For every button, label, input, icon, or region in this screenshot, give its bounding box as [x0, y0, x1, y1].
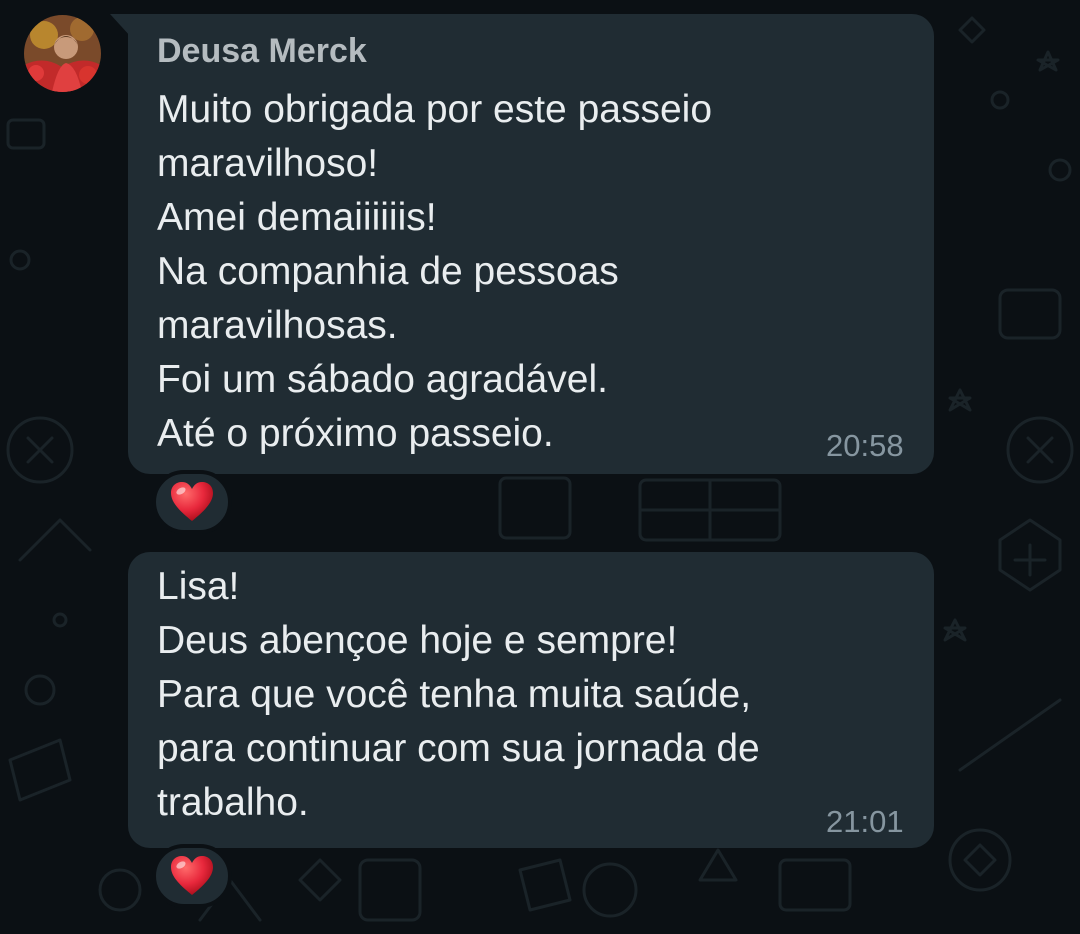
message-line: maravilhoso!: [157, 142, 379, 185]
message-line: trabalho.: [157, 781, 309, 824]
bubble-tail: [110, 14, 130, 36]
sender-name[interactable]: Deusa Merck: [157, 32, 367, 71]
message-line: Muito obrigada por este passeio: [157, 88, 713, 131]
message-line: para continuar com sua jornada de: [157, 727, 760, 770]
message-line: Até o próximo passeio.: [157, 412, 554, 455]
message-line: maravilhosas.: [157, 304, 398, 347]
message-text[interactable]: Muito obrigada por este passeio maravilh…: [157, 83, 712, 461]
message-text[interactable]: Lisa! Deus abençoe hoje e sempre! Para q…: [157, 560, 760, 830]
avatar-photo: [24, 15, 101, 92]
message-line: Amei demaiiiiiis!: [157, 196, 437, 239]
message-line: Na companhia de pessoas: [157, 250, 619, 293]
avatar[interactable]: [24, 15, 101, 92]
reaction-badge[interactable]: [152, 470, 232, 534]
message-line: Para que você tenha muita saúde,: [157, 673, 752, 716]
heart-emoji-icon: [171, 482, 213, 521]
message-timestamp: 21:01: [826, 804, 904, 839]
message-timestamp: 20:58: [826, 428, 904, 463]
message-line: Deus abençoe hoje e sempre!: [157, 619, 678, 662]
message-line: Lisa!: [157, 565, 240, 608]
heart-emoji-icon: [171, 856, 213, 895]
message-line: Foi um sábado agradável.: [157, 358, 608, 401]
reaction-badge[interactable]: [152, 844, 232, 908]
